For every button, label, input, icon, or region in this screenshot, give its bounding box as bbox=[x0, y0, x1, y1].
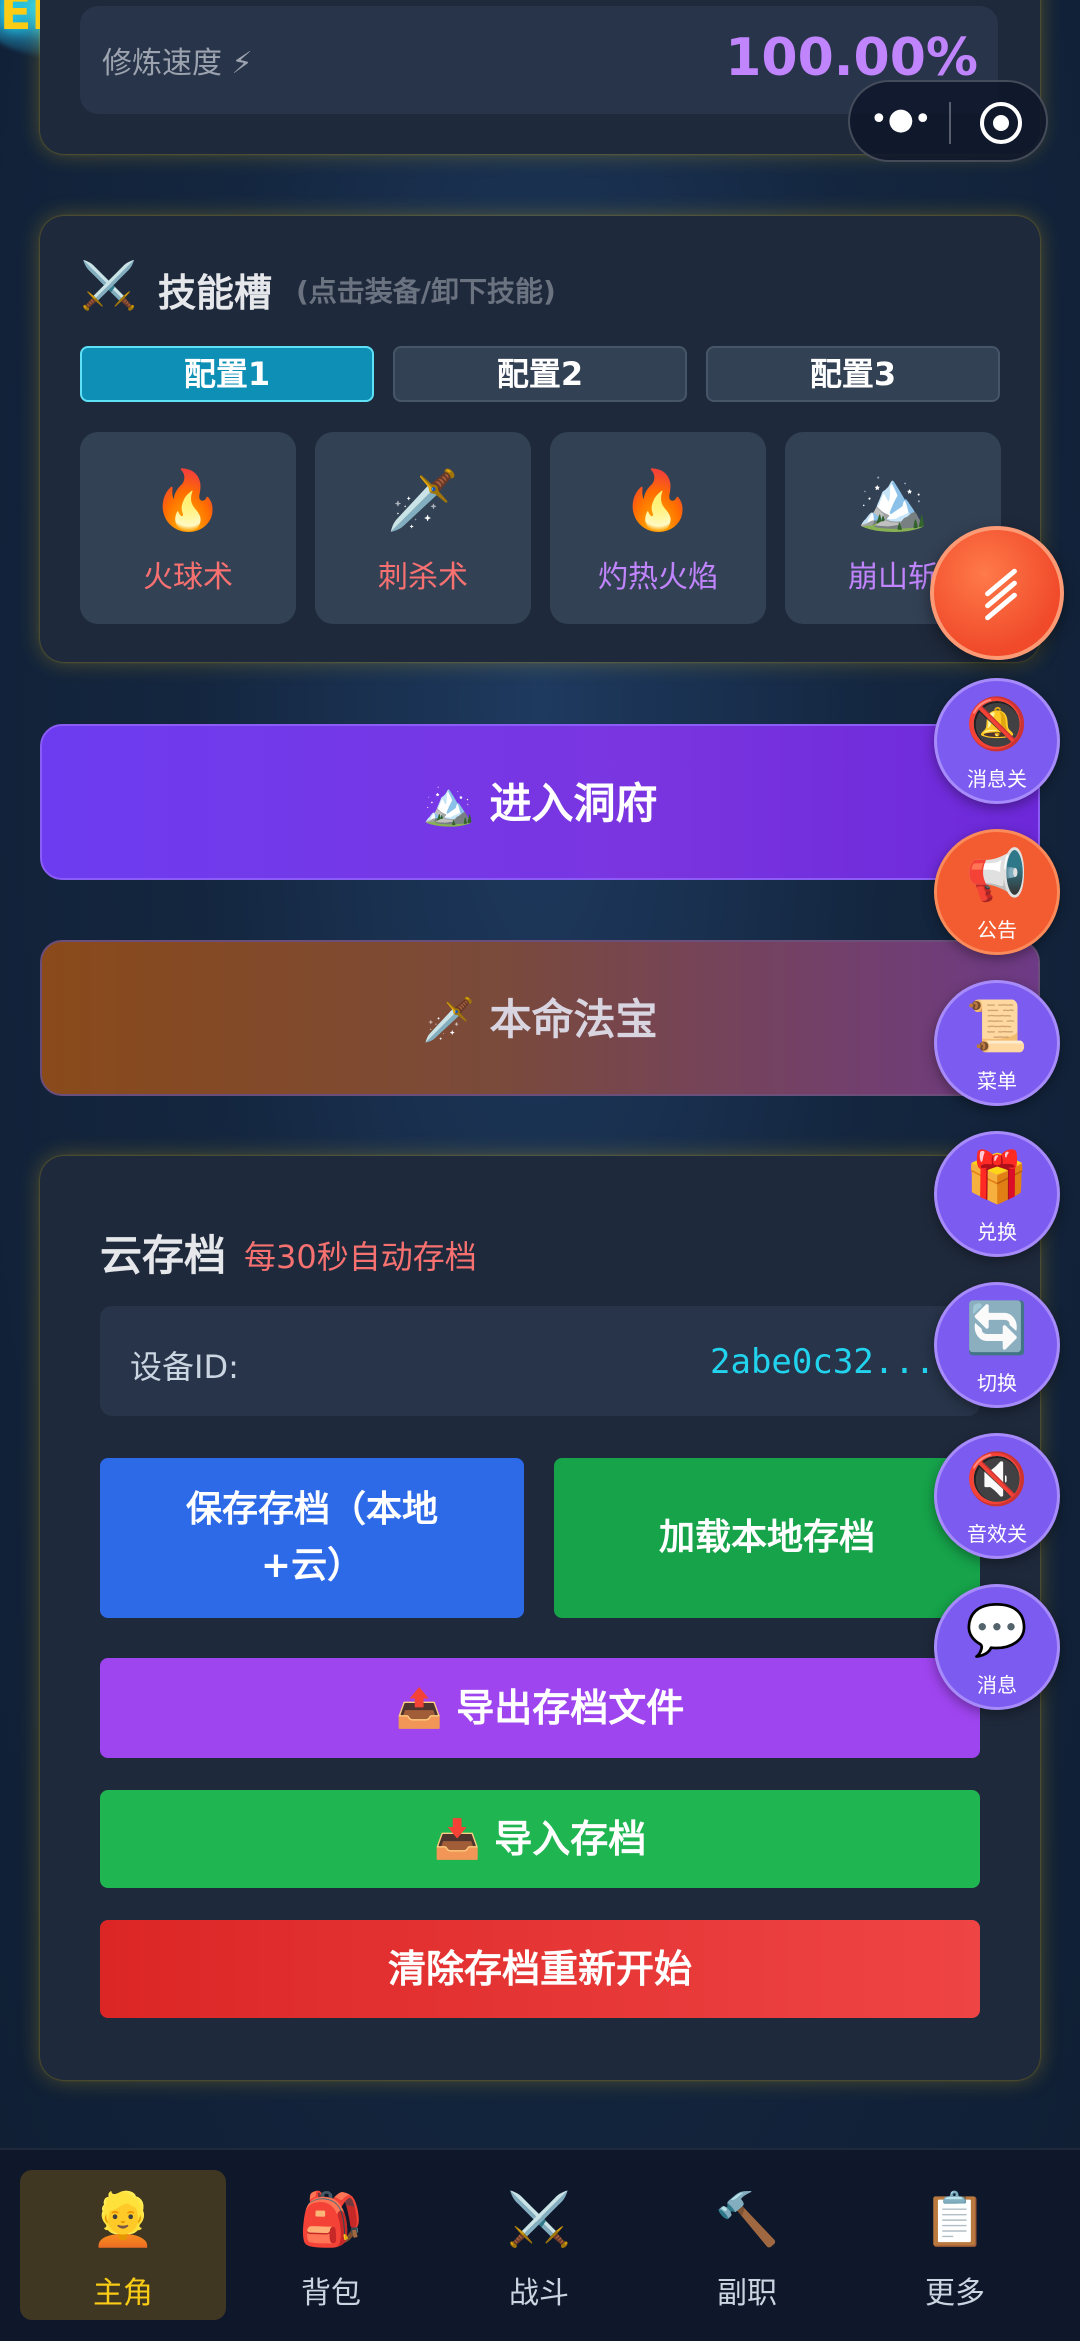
fab-label: 兑换 bbox=[977, 1220, 1017, 1244]
refresh-icon: 🔄 bbox=[965, 1299, 1029, 1357]
clear-archive-button[interactable]: 清除存档重新开始 bbox=[100, 1920, 980, 2018]
fab-switch[interactable]: 🔄 切换 bbox=[934, 1282, 1060, 1408]
fab-redeem[interactable]: 🎁 兑换 bbox=[934, 1131, 1060, 1257]
mute-icon: 🔇 bbox=[965, 1450, 1029, 1508]
enter-cave-button[interactable]: 🏔️ 进入洞府 bbox=[40, 724, 1040, 880]
hammer-icon: 🔨 bbox=[714, 2190, 780, 2250]
floating-menu-button[interactable] bbox=[930, 526, 1064, 660]
gift-icon: 🎁 bbox=[965, 1148, 1029, 1206]
save-archive-button[interactable]: 保存存档（本地 +云） bbox=[100, 1458, 524, 1618]
fab-label: 切换 bbox=[977, 1371, 1017, 1395]
fab-messages[interactable]: 💬 消息 bbox=[934, 1584, 1060, 1710]
megaphone-icon: 📢 bbox=[965, 846, 1029, 904]
close-target-icon[interactable] bbox=[980, 102, 1022, 144]
skill-name: 刺杀术 bbox=[378, 560, 468, 595]
more-dots-icon[interactable]: •●• bbox=[870, 98, 932, 148]
bell-off-icon: 🔕 bbox=[965, 695, 1029, 753]
person-icon: 👱 bbox=[90, 2190, 156, 2250]
skill-hint: (点击装备/卸下技能) bbox=[296, 275, 556, 308]
fab-label: 菜单 bbox=[977, 1069, 1017, 1093]
nav-label: 背包 bbox=[301, 2276, 361, 2311]
speed-label: 修炼速度 ⚡ bbox=[102, 46, 253, 81]
save-button-line2: +云） bbox=[260, 1545, 364, 1586]
capsule-divider bbox=[949, 102, 951, 144]
bottom-nav: 👱 主角 🎒 背包 ⚔️ 战斗 🔨 副职 📋 更多 bbox=[0, 2148, 1080, 2341]
fab-sound-off[interactable]: 🔇 音效关 bbox=[934, 1433, 1060, 1559]
nav-label: 主角 bbox=[93, 2276, 153, 2311]
nav-item-profession[interactable]: 🔨 副职 bbox=[644, 2170, 850, 2320]
load-local-button[interactable]: 加载本地存档 bbox=[554, 1458, 980, 1618]
fire-icon: 🔥 bbox=[621, 466, 695, 534]
mountain-icon: 🏔️ bbox=[856, 466, 930, 534]
fab-label: 音效关 bbox=[967, 1522, 1027, 1546]
skill-slot-assassinate[interactable]: 🗡️ 刺杀术 bbox=[315, 432, 531, 624]
config-tab-2[interactable]: 配置2 bbox=[393, 346, 687, 402]
fire-icon: 🔥 bbox=[151, 466, 225, 534]
export-archive-button[interactable]: 📤 导出存档文件 bbox=[100, 1658, 980, 1758]
fab-label: 公告 bbox=[977, 918, 1017, 942]
fab-announcement[interactable]: 📢 公告 bbox=[934, 829, 1060, 955]
nav-item-more[interactable]: 📋 更多 bbox=[852, 2170, 1058, 2320]
autosave-hint: 每30秒自动存档 bbox=[244, 1238, 477, 1276]
speed-value: 100.00% bbox=[725, 28, 978, 88]
nav-item-battle[interactable]: ⚔️ 战斗 bbox=[436, 2170, 642, 2320]
fab-label: 消息关 bbox=[967, 767, 1027, 791]
skill-name: 火球术 bbox=[143, 560, 233, 595]
fab-label: 消息 bbox=[977, 1673, 1017, 1697]
import-archive-button[interactable]: 📥 导入存档 bbox=[100, 1790, 980, 1888]
nav-item-hero[interactable]: 👱 主角 bbox=[20, 2170, 226, 2320]
chat-bubble-icon: 💬 bbox=[965, 1601, 1029, 1659]
config-tab-1[interactable]: 配置1 bbox=[80, 346, 374, 402]
fab-notifications-off[interactable]: 🔕 消息关 bbox=[934, 678, 1060, 804]
miniprogram-capsule: •●• bbox=[848, 80, 1048, 162]
skill-slot-scorching-flame[interactable]: 🔥 灼热火焰 bbox=[550, 432, 766, 624]
nav-label: 副职 bbox=[717, 2276, 777, 2311]
device-id-value: 2abe0c32... bbox=[710, 1342, 936, 1382]
skill-slot-fireball[interactable]: 🔥 火球术 bbox=[80, 432, 296, 624]
crossed-swords-icon: ⚔️ bbox=[80, 258, 138, 312]
natal-artifact-button[interactable]: 🗡️ 本命法宝 bbox=[40, 940, 1040, 1096]
backpack-icon: 🎒 bbox=[298, 2190, 364, 2250]
device-id-label: 设备ID: bbox=[130, 1348, 239, 1386]
config-tab-3[interactable]: 配置3 bbox=[706, 346, 1000, 402]
crossed-swords-icon: ⚔️ bbox=[506, 2190, 572, 2250]
fab-menu[interactable]: 📜 菜单 bbox=[934, 980, 1060, 1106]
dagger-icon: 🗡️ bbox=[386, 466, 460, 534]
scroll-icon: 📜 bbox=[965, 997, 1029, 1055]
nav-item-backpack[interactable]: 🎒 背包 bbox=[228, 2170, 434, 2320]
save-button-line1: 保存存档（本地 bbox=[185, 1489, 438, 1530]
nav-label: 更多 bbox=[925, 2276, 985, 2311]
clipboard-icon: 📋 bbox=[922, 2190, 988, 2250]
skill-title: 技能槽 bbox=[158, 271, 273, 315]
nav-label: 战斗 bbox=[509, 2276, 569, 2311]
cloud-save-title: 云存档 bbox=[100, 1231, 227, 1280]
skill-name: 灼热火焰 bbox=[598, 560, 718, 595]
